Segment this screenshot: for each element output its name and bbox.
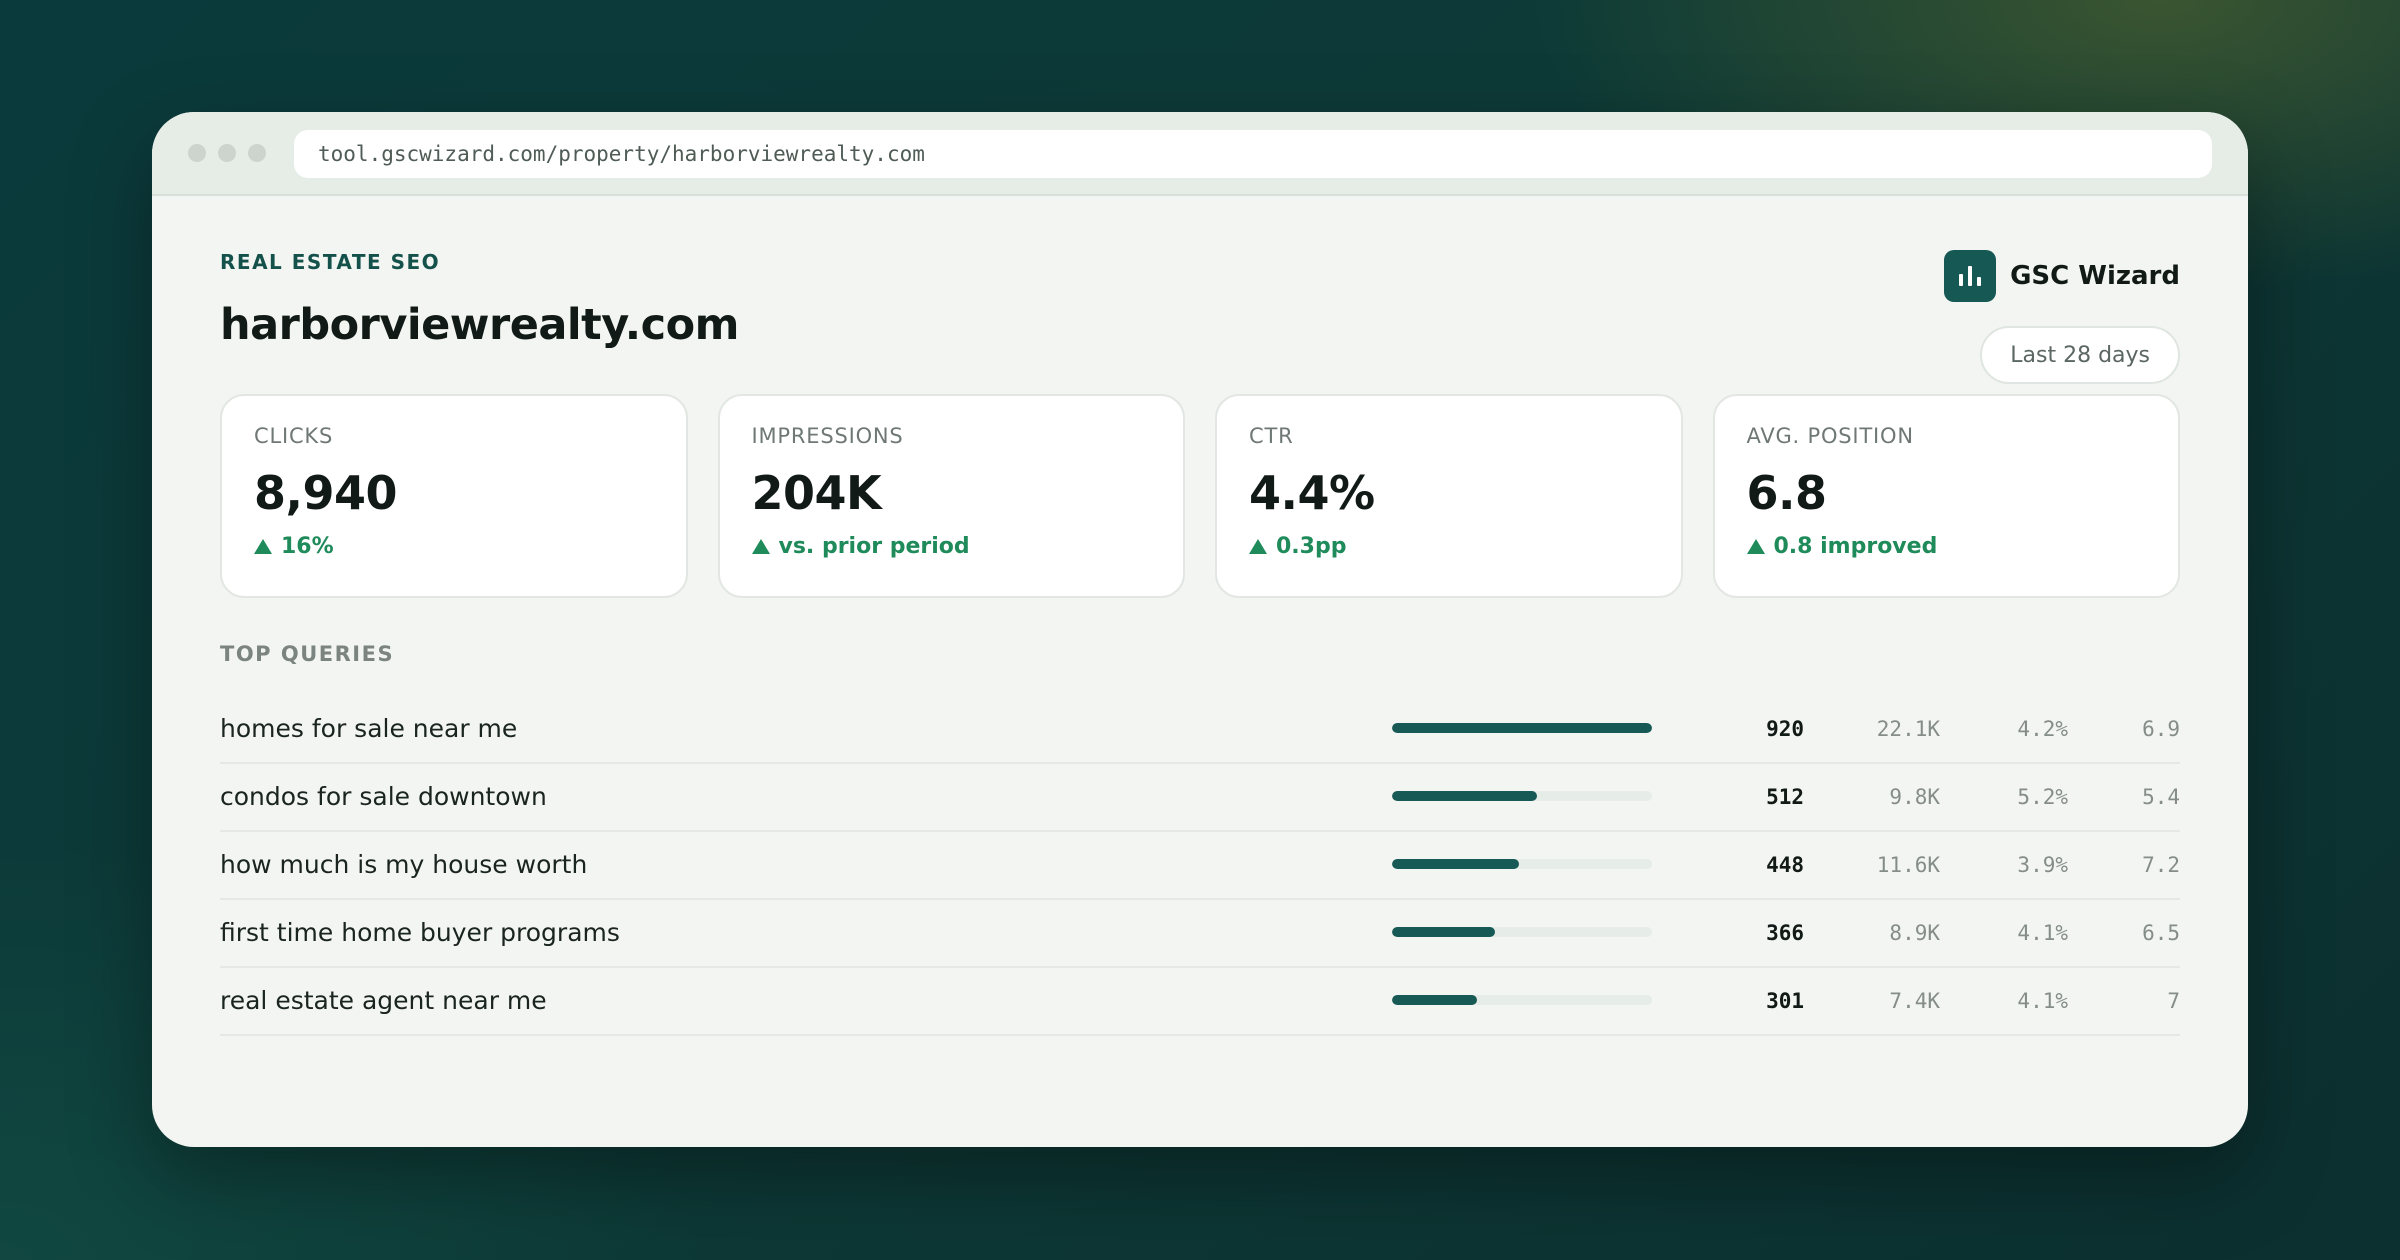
query-row[interactable]: homes for sale near me 920 22.1K 4.2% 6.… [220,696,2180,764]
browser-window: tool.gscwizard.com/property/harborviewre… [152,112,2248,1147]
query-ctr: 3.9% [2017,853,2068,877]
page-title: harborviewrealty.com [220,300,739,350]
browser-titlebar: tool.gscwizard.com/property/harborviewre… [152,112,2248,196]
kpi-value: 204K [751,466,882,520]
query-impressions: 9.8K [1889,785,1940,809]
clicks-bar-track [1392,723,1652,733]
trend-up-icon [1746,539,1765,554]
query-impressions: 22.1K [1876,717,1940,741]
clicks-bar-fill [1392,927,1496,937]
query-row[interactable]: real estate agent near me 301 7.4K 4.1% … [220,968,2180,1036]
query-text: real estate agent near me [220,986,547,1015]
kpi-card-clicks: CLICKS 8,940 16% [220,394,688,598]
kpi-delta-text: 16% [281,534,334,559]
date-range-button[interactable]: Last 28 days [1980,326,2180,384]
kpi-value: 8,940 [254,466,398,520]
bar-chart-icon-bar [1968,266,1973,286]
query-impressions: 7.4K [1889,989,1940,1013]
brand-name: GSC Wizard [2010,261,2180,291]
clicks-bar-track [1392,995,1652,1005]
window-minimize-dot[interactable] [218,144,236,162]
query-clicks: 448 [1766,853,1804,877]
kpi-delta-text: 0.8 improved [1773,534,1938,559]
clicks-bar-track [1392,927,1652,937]
query-ctr: 4.1% [2017,989,2068,1013]
kpi-value: 4.4% [1249,466,1375,520]
query-row[interactable]: how much is my house worth 448 11.6K 3.9… [220,832,2180,900]
kpi-label: CTR [1249,424,1294,448]
kpi-delta-text: 0.3pp [1276,534,1347,559]
bar-chart-icon-bar [1977,277,1982,286]
query-position: 7.2 [2142,853,2180,877]
query-text: homes for sale near me [220,714,518,743]
section-title-top-queries: TOP QUERIES [220,642,395,666]
query-position: 5.4 [2142,785,2180,809]
query-text: first time home buyer programs [220,918,620,947]
query-position: 6.9 [2142,717,2180,741]
kpi-delta: 0.3pp [1249,534,1649,559]
query-text: condos for sale downtown [220,782,547,811]
brand-logo: GSC Wizard [1944,250,2180,302]
bar-chart-icon [1944,250,1997,302]
kpi-delta: vs. prior period [751,534,1152,559]
address-bar-url: tool.gscwizard.com/property/harborviewre… [318,142,925,166]
query-position: 6.5 [2142,921,2180,945]
kpi-card-impressions: IMPRESSIONS 204K vs. prior period [717,394,1185,598]
query-clicks: 920 [1766,717,1804,741]
clicks-bar-fill [1392,791,1537,801]
clicks-bar-fill [1392,859,1519,869]
query-row[interactable]: first time home buyer programs 366 8.9K … [220,900,2180,968]
clicks-bar-fill [1392,995,1478,1005]
kpi-label: CLICKS [254,424,334,448]
kpi-label: AVG. POSITION [1746,424,1914,448]
query-impressions: 11.6K [1876,853,1940,877]
kpi-value: 6.8 [1746,466,1827,520]
address-bar[interactable]: tool.gscwizard.com/property/harborviewre… [294,130,2212,178]
clicks-bar-track [1392,791,1652,801]
kpi-label: IMPRESSIONS [751,424,904,448]
clicks-bar-track [1392,859,1652,869]
clicks-bar-fill [1392,723,1652,733]
query-clicks: 512 [1766,785,1804,809]
query-ctr: 4.2% [2017,717,2068,741]
top-queries-list: homes for sale near me 920 22.1K 4.2% 6.… [220,696,2180,1036]
query-ctr: 4.1% [2017,921,2068,945]
trend-up-icon [254,539,272,554]
kpi-card-ctr: CTR 4.4% 0.3pp [1215,394,1683,598]
query-ctr: 5.2% [2017,785,2068,809]
kpi-delta-text: vs. prior period [778,534,970,559]
category-eyebrow: REAL ESTATE SEO [220,250,441,274]
window-close-dot[interactable] [188,144,206,162]
kpi-card-avg-position: AVG. POSITION 6.8 0.8 improved [1712,394,2180,598]
query-row[interactable]: condos for sale downtown 512 9.8K 5.2% 5… [220,764,2180,832]
query-clicks: 366 [1766,921,1804,945]
trend-up-icon [751,539,770,554]
window-maximize-dot[interactable] [248,144,266,162]
kpi-delta: 16% [254,534,654,559]
query-text: how much is my house worth [220,850,588,879]
query-clicks: 301 [1766,989,1804,1013]
kpi-cards: CLICKS 8,940 16% IMPRESSIONS 204K vs. pr… [220,394,2180,598]
kpi-delta: 0.8 improved [1746,534,2147,559]
query-position: 7 [2167,989,2180,1013]
query-impressions: 8.9K [1889,921,1940,945]
trend-up-icon [1249,539,1267,554]
bar-chart-icon-bar [1959,274,1964,286]
